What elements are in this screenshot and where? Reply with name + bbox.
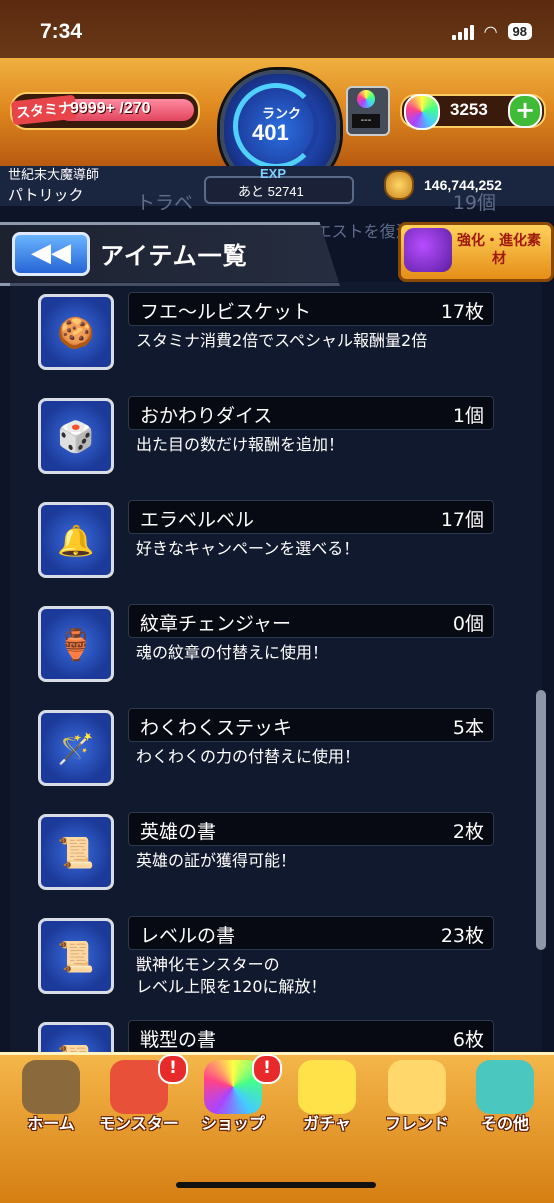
exp-label: EXP — [260, 166, 287, 181]
signal-icon — [451, 24, 474, 40]
item-count: 2枚 — [452, 821, 484, 843]
alert-badge: ! — [252, 1054, 282, 1084]
item-name: わくわくステッキ — [140, 717, 293, 739]
item-name: 戦型の書 — [140, 1029, 217, 1051]
item-name: エラベルベル — [140, 509, 255, 531]
list-item[interactable]: 📜 英雄の書 2枚英雄の証が獲得可能！ — [0, 808, 554, 908]
nav-label: ガチャ — [303, 1114, 351, 1133]
gacha-egg-icon — [298, 1060, 356, 1114]
item-count: 17個 — [440, 509, 484, 531]
dice-icon: 🎲 — [57, 420, 95, 455]
ghost-item-count: 19個 — [452, 192, 496, 214]
battery-icon: 98 — [507, 23, 532, 40]
nav-item-3[interactable]: ガチャ — [284, 1058, 370, 1142]
list-item[interactable]: 🎲 おかわりダイス 1個出た目の数だけ報酬を追加！ — [0, 392, 554, 492]
status-bar: 7:34 ◠ 98 — [0, 0, 554, 62]
item-description: わくわくの力の付替えに使用！ — [136, 747, 361, 766]
wifi-icon: ◠ — [483, 22, 498, 41]
item-description: 獣神化モンスターの レベル上限を120に解放！ — [136, 955, 327, 996]
item-description: 好きなキャンペーンを選べる！ — [136, 539, 360, 558]
list-item[interactable]: 🪄 わくわくステッキ 5本わくわくの力の付替えに使用！ — [0, 704, 554, 804]
orb-value: 3253 — [450, 100, 488, 119]
nav-label: ホーム — [27, 1114, 75, 1133]
level-book-icon: 📜 — [57, 940, 95, 975]
page-title: アイテム一覧 — [100, 242, 248, 270]
device-screen: --- — [352, 114, 380, 128]
item-name: レベルの書 — [140, 925, 236, 947]
emblem-changer-icon: 🏺 — [57, 628, 95, 663]
back-button[interactable]: ◀◀ — [12, 232, 90, 276]
item-count: 0個 — [452, 613, 484, 635]
status-indicators: ◠ 98 — [451, 22, 532, 41]
player-title: 世紀末大魔導師 — [8, 168, 100, 183]
list-item[interactable]: 🔔 エラベルベル 17個好きなキャンペーンを選べる！ — [0, 496, 554, 596]
item-count: 6枚 — [452, 1029, 484, 1051]
item-count: 5本 — [452, 717, 484, 739]
item-name: 紋章チェンジャー — [140, 613, 292, 635]
other-icon — [476, 1060, 534, 1114]
item-count: 17枚 — [440, 301, 484, 323]
item-description: 出た目の数だけ報酬を追加！ — [136, 435, 345, 454]
device-orb-icon — [357, 90, 375, 108]
list-item[interactable]: 🍪 フエ〜ルビスケット 17枚 スタミナ消費2倍でスペシャル報酬量2倍 — [0, 288, 554, 388]
biscuit-icon: 🍪 — [57, 316, 95, 351]
material-button-label: 強化・進化素材 — [457, 233, 541, 267]
item-description: 英雄の証が獲得可能！ — [136, 851, 297, 870]
status-time: 7:34 — [40, 20, 83, 43]
player-name: パトリック — [8, 186, 84, 204]
bell-icon: 🔔 — [57, 524, 95, 559]
hero-book-icon: 📜 — [57, 836, 95, 871]
item-description: 魂の紋章の付替えに使用！ — [136, 643, 329, 662]
nav-label: フレンド — [384, 1114, 449, 1133]
item-name: フエ〜ルビスケット — [140, 301, 312, 323]
nav-label: ショップ — [200, 1114, 265, 1133]
nav-item-1[interactable]: モンスター! — [96, 1054, 188, 1142]
rank-value: 401 — [252, 120, 289, 145]
friend-icon — [388, 1060, 446, 1114]
add-orb-button[interactable]: + — [508, 94, 542, 128]
item-name: おかわりダイス — [140, 405, 273, 427]
orb-icon — [404, 94, 440, 130]
nav-label: モンスター — [99, 1114, 179, 1133]
nav-item-4[interactable]: フレンド — [374, 1058, 460, 1142]
alert-badge: ! — [158, 1054, 188, 1084]
wand-icon: 🪄 — [57, 732, 95, 767]
nav-item-0[interactable]: ホーム — [8, 1058, 94, 1142]
home-indicator[interactable] — [176, 1182, 376, 1188]
nav-item-5[interactable]: その他 — [462, 1058, 548, 1142]
stamina-value: 9999+ /270 — [70, 100, 151, 117]
item-count: 23枚 — [440, 925, 484, 947]
ghost-item-name: トラベ — [136, 192, 194, 214]
home-icon — [22, 1060, 80, 1114]
nav-item-2[interactable]: ショップ! — [190, 1054, 282, 1142]
scrollbar[interactable] — [536, 690, 546, 950]
item-description: スタミナ消費2倍でスペシャル報酬量2倍 — [136, 331, 428, 350]
nav-label: その他 — [480, 1114, 529, 1133]
item-name: 英雄の書 — [140, 821, 217, 843]
list-item[interactable]: 📜 レベルの書 23枚獣神化モンスターの レベル上限を120に解放！ — [0, 912, 554, 1012]
item-count: 1個 — [452, 405, 484, 427]
list-item[interactable]: 🏺 紋章チェンジャー 0個魂の紋章の付替えに使用！ — [0, 600, 554, 700]
material-icon — [404, 228, 452, 272]
